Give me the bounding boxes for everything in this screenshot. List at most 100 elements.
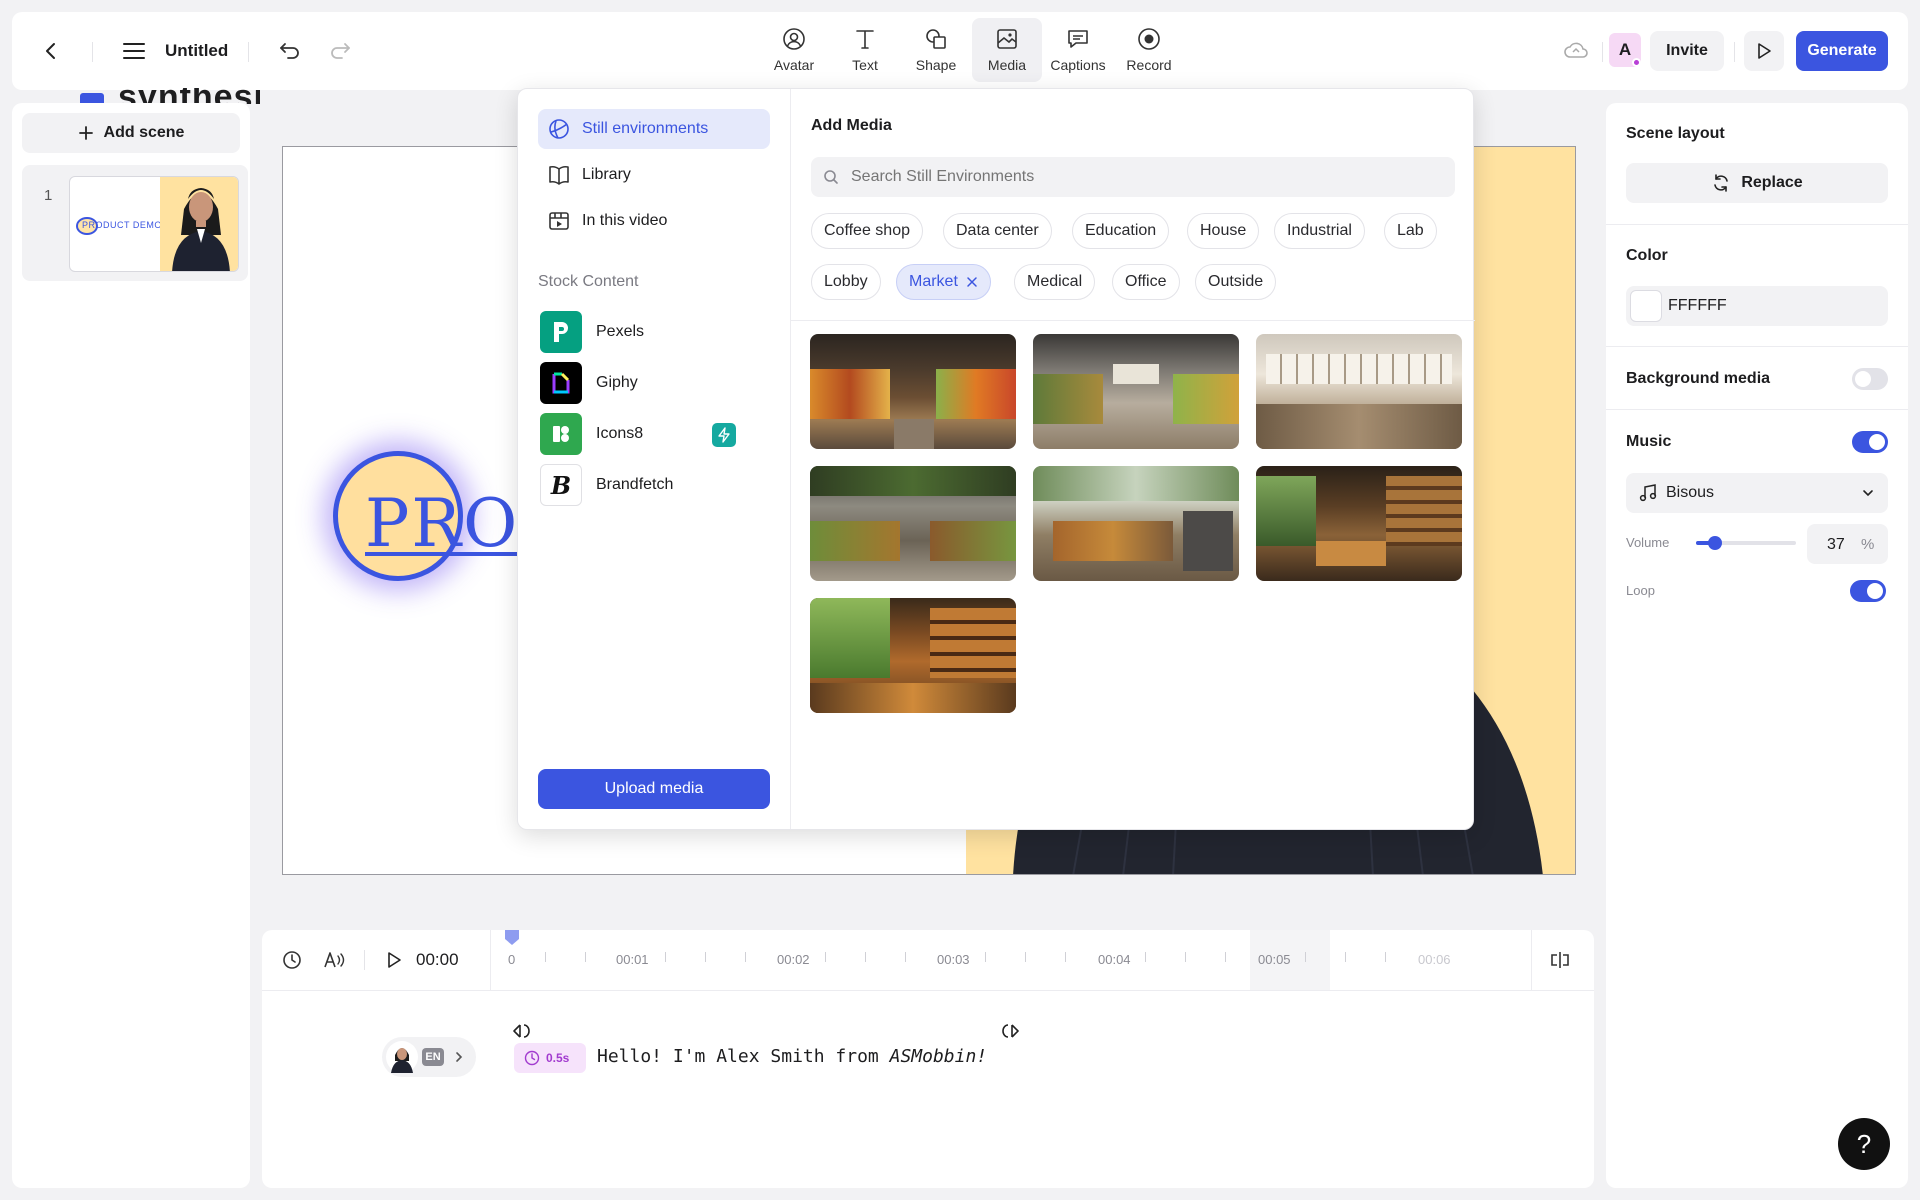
replace-button[interactable]: Replace [1626, 163, 1888, 203]
chip-office[interactable]: Office [1112, 264, 1180, 300]
video-frame-icon [549, 212, 569, 230]
undo-icon[interactable] [272, 33, 308, 69]
brand-text-peek: synthesia [80, 88, 260, 104]
generate-button[interactable]: Generate [1796, 31, 1888, 71]
stock-heading: Stock Content [538, 273, 639, 290]
nav-still-environments[interactable]: Still environments [538, 109, 770, 149]
color-swatch[interactable] [1630, 290, 1662, 322]
chip-lab[interactable]: Lab [1384, 213, 1437, 249]
timeline-play-icon[interactable] [376, 942, 412, 978]
pexels-logo [540, 311, 582, 353]
tool-record[interactable]: Record [1114, 18, 1184, 82]
chip-data-center[interactable]: Data center [943, 213, 1052, 249]
script-italic: ASMobbin! [889, 1046, 988, 1067]
avatar-icon [783, 28, 805, 50]
tool-label: Record [1126, 57, 1172, 73]
menu-icon[interactable] [116, 33, 152, 69]
add-scene-button[interactable]: Add scene [22, 113, 240, 153]
tool-avatar[interactable]: Avatar [759, 18, 829, 82]
scene-number: 1 [44, 187, 53, 204]
volume-input[interactable]: 37 % [1807, 524, 1888, 564]
preview-button[interactable] [1744, 31, 1784, 71]
stock-icons8[interactable]: Icons8 [540, 413, 772, 455]
color-field[interactable]: FFFFFF [1626, 286, 1888, 326]
tool-text[interactable]: Text [830, 18, 900, 82]
stock-giphy[interactable]: Giphy [540, 362, 772, 404]
stock-label: Brandfetch [596, 476, 674, 493]
cloud-sync-icon [1558, 33, 1594, 69]
chip-outside[interactable]: Outside [1195, 264, 1277, 300]
color-value[interactable]: FFFFFF [1668, 297, 1727, 315]
media-search[interactable] [811, 157, 1455, 197]
voice-icon[interactable] [316, 942, 352, 978]
music-track-value: Bisous [1666, 484, 1715, 501]
upload-media-button[interactable]: Upload media [538, 769, 770, 809]
chip-industrial[interactable]: Industrial [1274, 213, 1365, 249]
back-icon[interactable] [33, 33, 69, 69]
volume-value[interactable]: 37 [1827, 536, 1845, 554]
time-ruler[interactable]: 0 00:01 00:02 00:03 00:04 00:05 00:06 [490, 930, 1490, 990]
tick-label: 00:05 [1258, 952, 1291, 967]
search-input[interactable] [851, 168, 1431, 186]
chip-market[interactable]: Market [896, 264, 991, 300]
stock-label: Pexels [596, 323, 645, 340]
loop-toggle[interactable] [1850, 580, 1886, 602]
background-media-toggle[interactable] [1852, 368, 1888, 390]
script-text[interactable]: Hello! I'm Alex Smith from ASMobbin! [597, 1046, 987, 1067]
media-thumbnail[interactable] [1256, 466, 1462, 581]
chip-medical[interactable]: Medical [1014, 264, 1096, 300]
chip-education[interactable]: Education [1072, 213, 1170, 249]
music-track-select[interactable]: Bisous [1626, 473, 1888, 513]
tick-label: 00:01 [616, 952, 649, 967]
redo-icon[interactable] [322, 33, 358, 69]
project-title[interactable]: Untitled [165, 41, 228, 61]
nav-in-this-video[interactable]: In this video [538, 201, 770, 241]
invite-button[interactable]: Invite [1650, 31, 1724, 71]
chip-lobby[interactable]: Lobby [811, 264, 881, 300]
replace-label: Replace [1741, 174, 1803, 191]
help-button[interactable]: ? [1838, 1118, 1890, 1170]
clock-icon[interactable] [274, 942, 310, 978]
scene-item[interactable]: 1 PRODUCT DEMO [22, 165, 248, 281]
media-thumbnail[interactable] [1033, 466, 1239, 581]
status-dot [1632, 58, 1641, 67]
tool-media[interactable]: Media [972, 18, 1042, 82]
stock-brandfetch[interactable]: B Brandfetch [540, 464, 772, 506]
tool-label: Text [852, 57, 878, 73]
stock-pexels[interactable]: Pexels [540, 311, 772, 353]
tool-shape[interactable]: Shape [901, 18, 971, 82]
volume-slider[interactable] [1696, 536, 1796, 550]
tool-label: Avatar [773, 57, 815, 73]
loop-label: Loop [1626, 583, 1655, 598]
tool-label: Captions [1050, 57, 1106, 73]
segment-start-icon[interactable] [511, 1023, 533, 1039]
media-thumbnail[interactable] [810, 466, 1016, 581]
chip-coffee-shop[interactable]: Coffee shop [811, 213, 923, 249]
music-toggle[interactable] [1852, 431, 1888, 453]
text-icon [856, 30, 874, 49]
pause-value: 0.5s [546, 1051, 570, 1065]
add-scene-label: Add scene [103, 124, 185, 141]
avatar-voice-chip[interactable]: EN [382, 1037, 476, 1077]
media-thumbnail[interactable] [1033, 334, 1239, 449]
chevron-down-icon [1863, 490, 1873, 497]
volume-slider-handle[interactable] [1707, 536, 1722, 550]
giphy-logo [540, 362, 582, 404]
tick-label: 00:02 [777, 952, 810, 967]
chip-market-label: Market [909, 273, 958, 290]
pause-chip[interactable]: 0.5s [514, 1043, 586, 1073]
thumb-text: PRODUCT DEMO [82, 220, 162, 230]
scenes-panel: Add scene 1 PRODUCT DEMO [12, 103, 250, 1188]
close-icon [967, 277, 977, 287]
tool-captions[interactable]: Captions [1043, 18, 1113, 82]
record-icon [1138, 28, 1160, 50]
media-thumbnail[interactable] [1256, 334, 1462, 449]
media-thumbnail[interactable] [810, 334, 1016, 449]
chip-house[interactable]: House [1187, 213, 1260, 249]
split-view-icon[interactable] [1542, 942, 1578, 978]
nav-library[interactable]: Library [538, 155, 770, 195]
tool-label: Media [987, 57, 1027, 73]
segment-end-icon[interactable] [999, 1023, 1021, 1039]
playhead-icon [505, 930, 519, 945]
media-thumbnail[interactable] [810, 598, 1016, 713]
